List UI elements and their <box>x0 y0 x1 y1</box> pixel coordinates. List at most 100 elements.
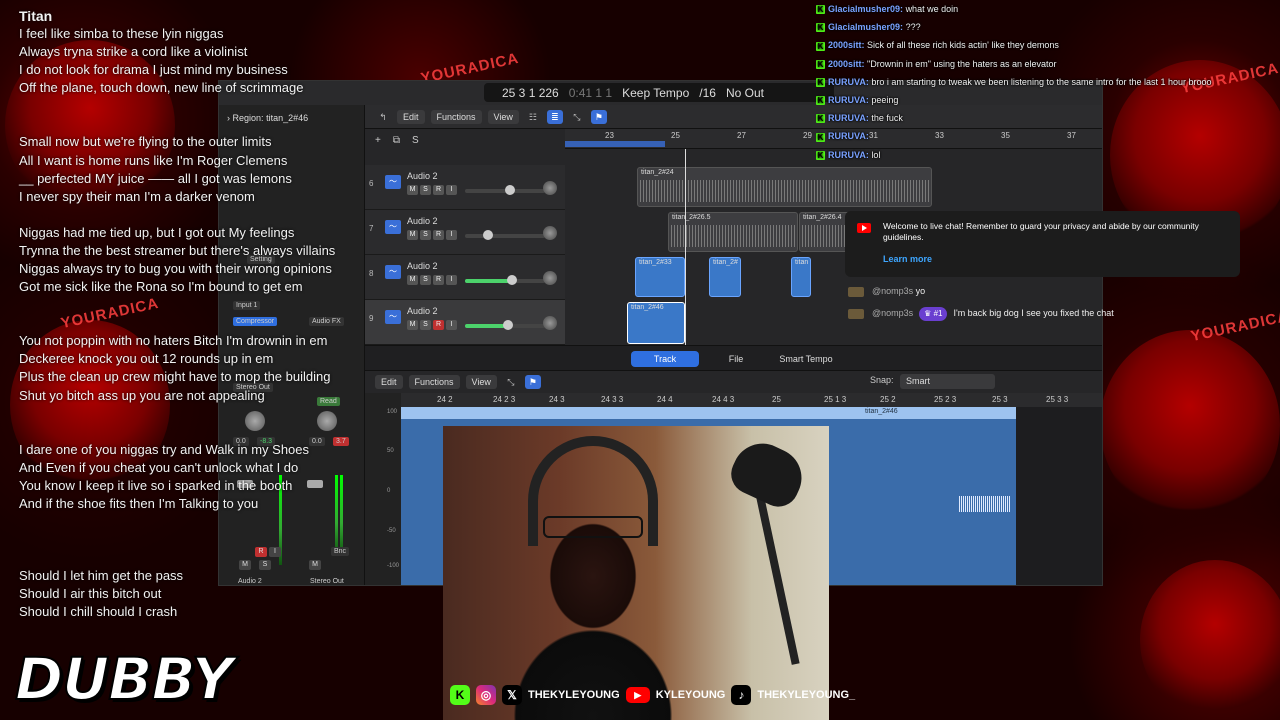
region-name: titan_2#24 <box>641 169 674 176</box>
catch-icon[interactable]: ⤡ <box>569 110 585 124</box>
playhead[interactable] <box>685 149 686 349</box>
input-monitor-button[interactable]: I <box>446 320 457 330</box>
audio-region[interactable]: titan_2# <box>709 257 741 297</box>
chat-username: RURUVA: <box>828 149 869 160</box>
audio-region[interactable]: titan <box>791 257 811 297</box>
track-header-selected[interactable]: 9 〜 Audio 2 MSRI <box>365 300 565 345</box>
track-header[interactable]: 8 〜 Audio 2 MSRI <box>365 255 565 300</box>
input-monitor-button[interactable]: I <box>446 185 457 195</box>
solo-header-button[interactable]: S <box>412 135 419 146</box>
chat-text: what we doin <box>905 4 959 14</box>
region-name: titan_2# <box>713 259 738 266</box>
chat-message: K Glacialmusher09: ??? <box>816 18 1280 36</box>
view-menu[interactable]: View <box>487 109 519 124</box>
lcd-display: 25 3 1 226 0:41 1 1 Keep Tempo /16 No Ou… <box>484 83 834 102</box>
pan-knob[interactable] <box>543 316 557 330</box>
lyric-line: __ perfected MY juice —— all I got was l… <box>19 170 292 186</box>
region-name: titan <box>795 259 809 266</box>
division[interactable]: /16 <box>699 86 716 100</box>
chat-text: bro i am starting to tweak we been liste… <box>871 76 1212 87</box>
duplicate-track-icon[interactable]: ⧉ <box>393 135 400 146</box>
solo-button[interactable]: S <box>420 320 431 330</box>
learn-more-link[interactable]: Learn more <box>883 254 932 265</box>
track-name[interactable]: Audio 2 <box>407 261 438 271</box>
audio-region[interactable]: titan_2#24 <box>637 167 932 207</box>
editor-toolbar: Edit Functions View ⤡ ⚑ Snap: Smart <box>365 371 1102 393</box>
solo-button[interactable]: S <box>420 185 431 195</box>
solo-button[interactable]: S <box>420 275 431 285</box>
track-volume-slider[interactable] <box>465 230 545 240</box>
track-volume-slider[interactable] <box>465 320 545 330</box>
chat-message: K RURUVA: lol <box>816 146 1280 164</box>
region-name: titan_2#46 <box>631 304 664 311</box>
track-name[interactable]: Audio 2 <box>407 171 438 181</box>
tab-file[interactable]: File <box>711 351 761 367</box>
region-name: titan_2#26.4 <box>803 214 842 221</box>
chat-username: @nomp3s <box>872 286 914 296</box>
input-monitor-button[interactable]: I <box>446 230 457 240</box>
lcd-position: 25 3 1 226 <box>502 85 559 100</box>
functions-menu[interactable]: Functions <box>430 109 482 124</box>
catch-icon[interactable]: ⤡ <box>503 375 519 389</box>
input-monitor-button[interactable]: I <box>446 275 457 285</box>
record-enable-button[interactable]: R <box>433 320 444 330</box>
ruler-tick: 24 4 3 <box>712 395 735 404</box>
chat-text: the fuck <box>871 113 903 124</box>
chat-username: RURUVA: <box>828 113 869 124</box>
crown-icon: ♛ <box>924 309 932 318</box>
track-header[interactable]: 7 〜 Audio 2 MSRI <box>365 210 565 255</box>
cycle-region[interactable] <box>565 141 665 147</box>
view-menu[interactable]: View <box>465 375 497 389</box>
mute-button[interactable]: M <box>407 275 418 285</box>
mute-button[interactable]: M <box>407 230 418 240</box>
editor-ruler[interactable]: 24 2 24 2 3 24 3 24 3 3 24 4 24 4 3 25 2… <box>401 393 1102 407</box>
audio-region-selected[interactable]: titan_2#46 <box>627 302 685 344</box>
chat-message: K RURUVA: <box>816 127 1280 145</box>
chat-username: @nomp3s <box>872 308 914 318</box>
record-enable-button[interactable]: R <box>433 275 444 285</box>
youtube-icon: ▶ <box>625 687 650 703</box>
chat-message: K RURUVA: peeing <box>816 91 1280 109</box>
mute-button[interactable]: M <box>407 185 418 195</box>
lyric-line: And if the shoe fits then I'm Talking to… <box>19 495 259 511</box>
record-enable-button[interactable]: R <box>433 230 444 240</box>
track-name[interactable]: Audio 2 <box>407 306 438 316</box>
record-enable-button[interactable]: R <box>433 185 444 195</box>
lyric-line: Always tryna strike a cord like a violin… <box>19 44 248 60</box>
editor-region-header[interactable]: titan_2#46 <box>401 407 1016 419</box>
mic-arm <box>754 487 800 665</box>
region-name: titan_2#33 <box>639 259 672 266</box>
snap-icon[interactable]: ⚑ <box>590 109 607 124</box>
ruler-tick: 24 3 3 <box>601 395 624 404</box>
edit-menu[interactable]: Edit <box>397 109 425 124</box>
social-handles: K ◎ 𝕏 THEKYLEYOUNG ▶ KYLEYOUNG ♪ THEKYLE… <box>450 684 855 706</box>
mute-button[interactable]: M <box>407 320 418 330</box>
list-view-icon[interactable]: ☷ <box>525 110 541 124</box>
track-header[interactable]: 6 〜 Audio 2 MSRI <box>365 165 565 210</box>
output-selector[interactable]: No Out <box>726 86 764 100</box>
kick-icon: K <box>816 77 825 87</box>
region-name: titan_2#46 <box>865 408 898 415</box>
track-name[interactable]: Audio 2 <box>407 216 438 226</box>
audio-region[interactable]: titan_2#33 <box>635 257 685 297</box>
pan-knob[interactable] <box>543 226 557 240</box>
tab-track[interactable]: Track <box>631 351 699 367</box>
audio-region[interactable]: titan_2#26.5 <box>668 212 798 252</box>
track-volume-slider[interactable] <box>465 185 545 195</box>
avatar <box>848 287 864 297</box>
ruler-tick: 25 2 3 <box>934 395 957 404</box>
flex-icon[interactable]: ≣ <box>546 109 563 124</box>
kick-icon: K <box>816 5 825 15</box>
snap-select[interactable]: Smart <box>900 374 995 389</box>
tab-smart-tempo[interactable]: Smart Tempo <box>771 351 841 367</box>
tempo-mode[interactable]: Keep Tempo <box>622 86 689 100</box>
track-volume-slider[interactable] <box>465 275 545 285</box>
pan-knob[interactable] <box>543 271 557 285</box>
kick-icon: K <box>816 96 825 106</box>
pan-knob[interactable] <box>543 181 557 195</box>
lyric-line: Niggas always try to bug you with their … <box>19 261 332 277</box>
functions-menu[interactable]: Functions <box>408 375 460 389</box>
link-icon[interactable]: ⚑ <box>524 375 541 389</box>
lyric-line: Should I let him get the pass <box>19 567 184 583</box>
solo-button[interactable]: S <box>420 230 431 240</box>
